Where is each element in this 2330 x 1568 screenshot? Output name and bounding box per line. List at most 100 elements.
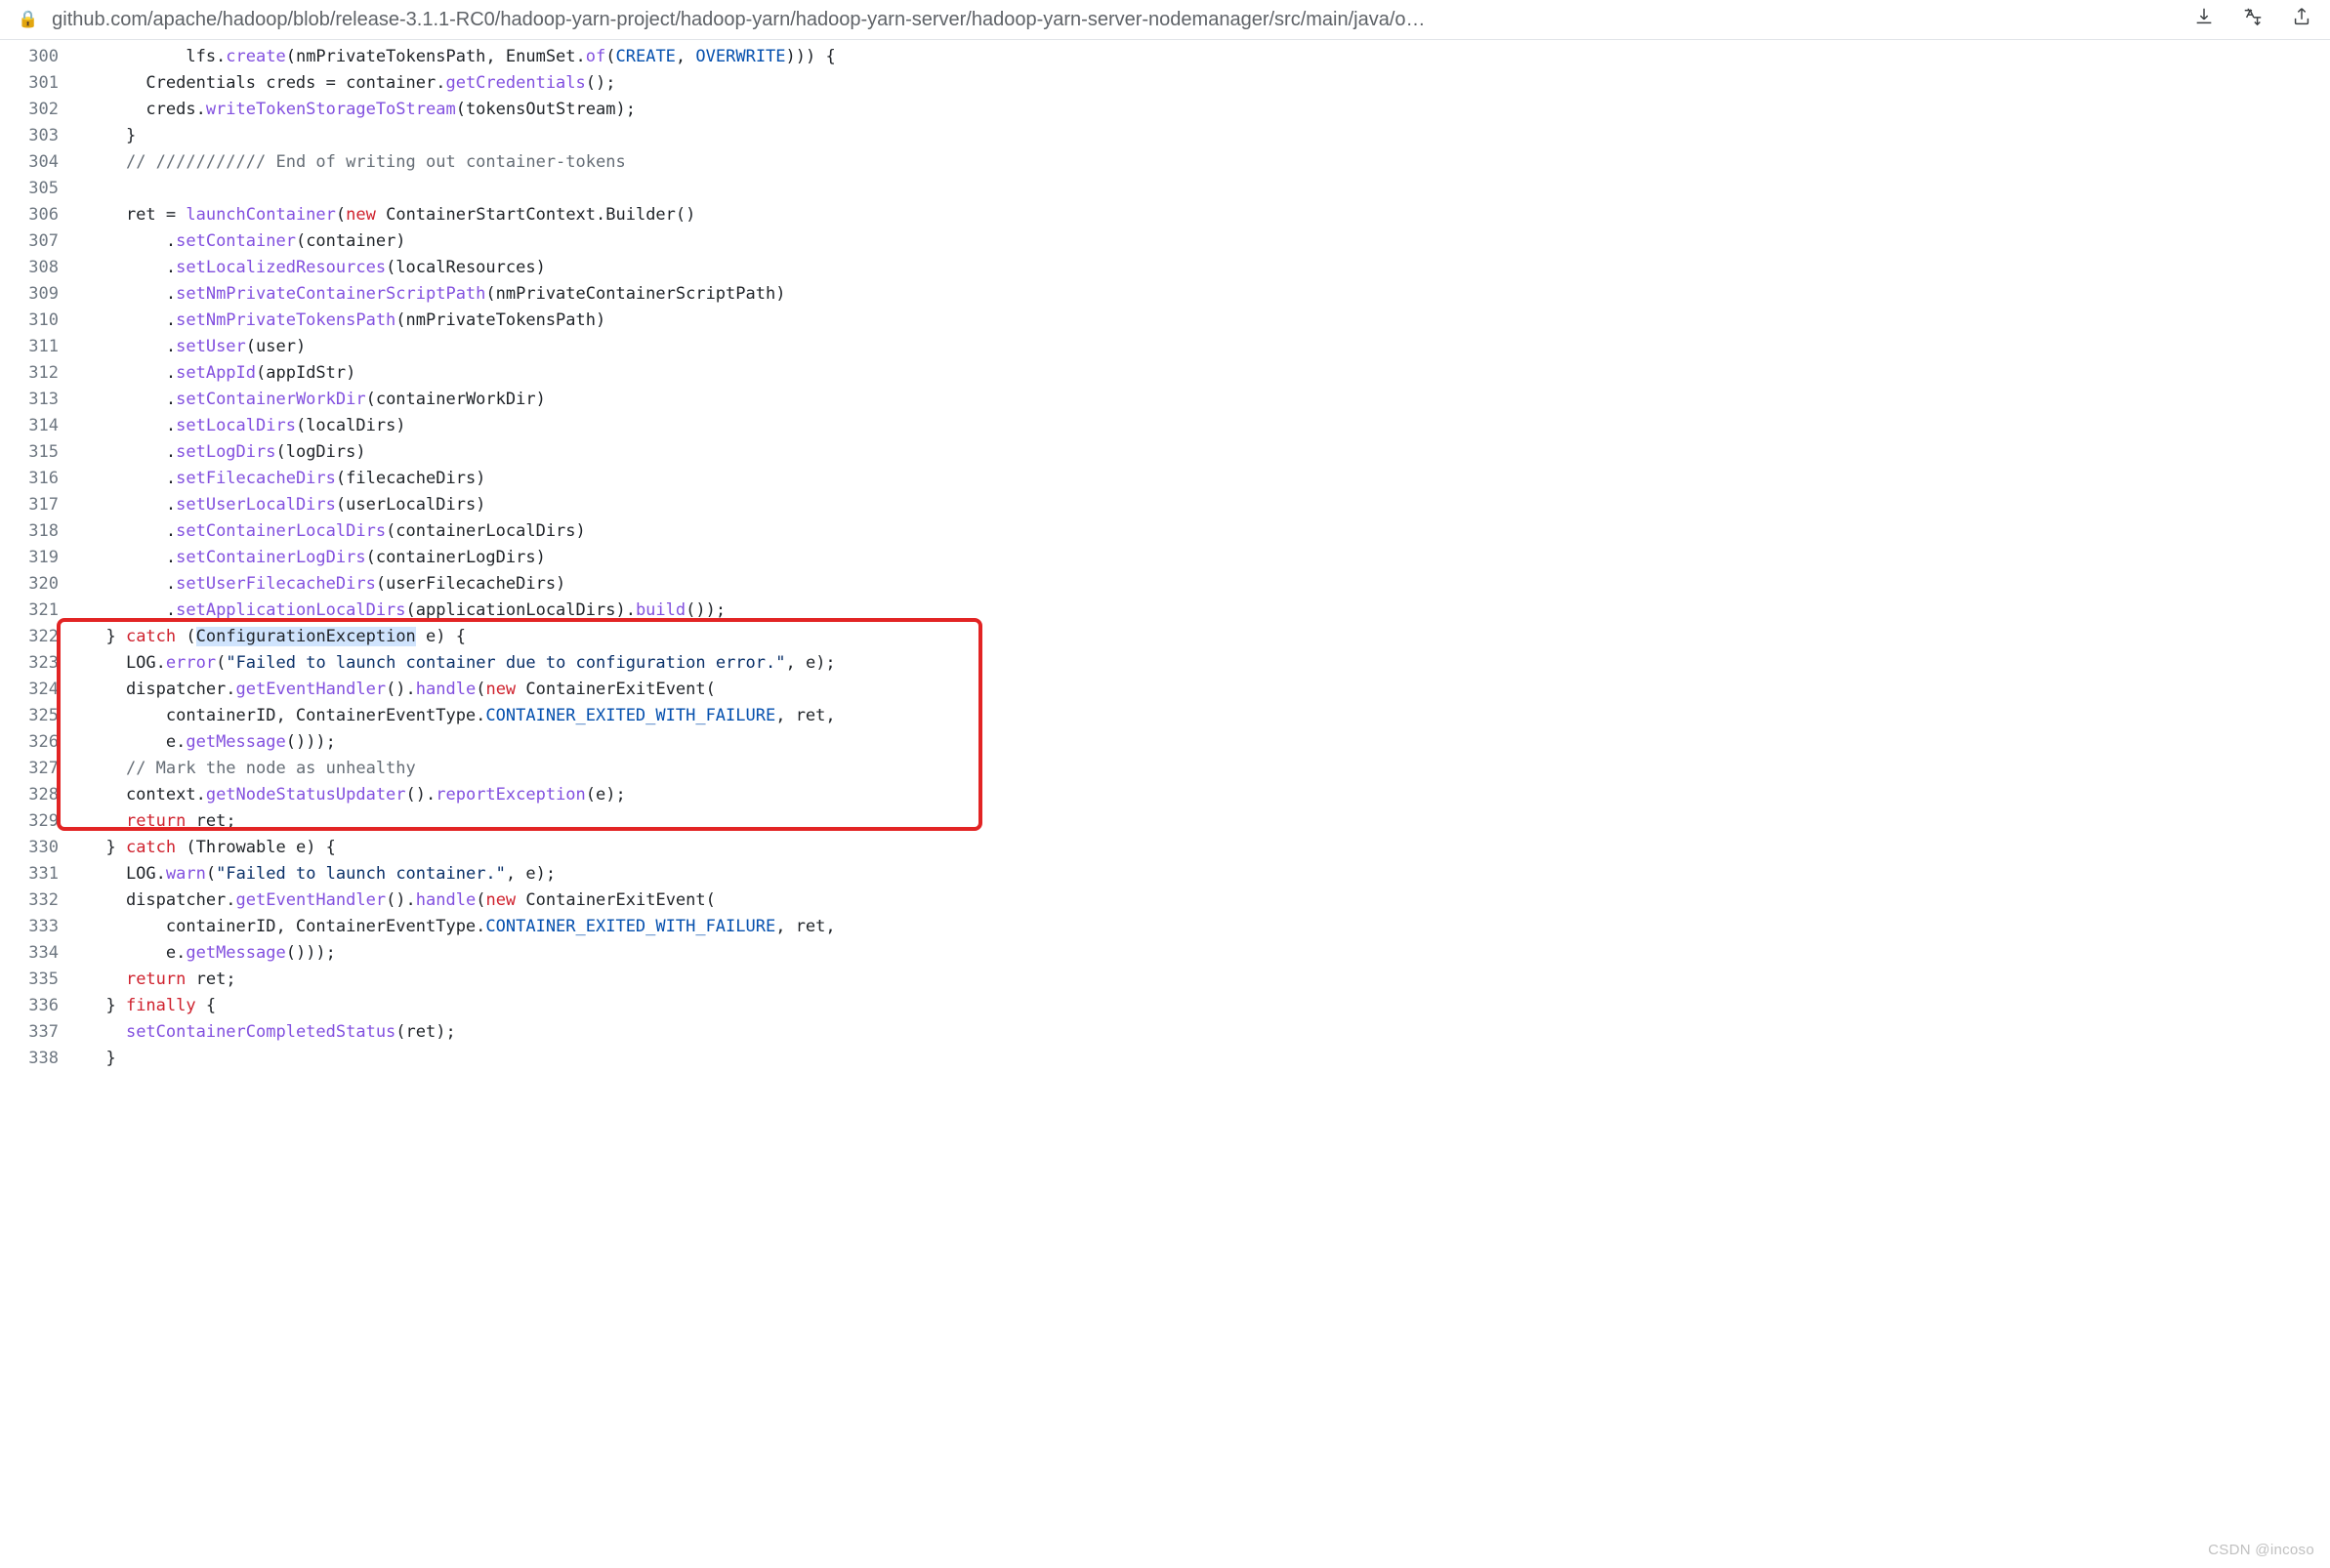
code-line[interactable]: 336 } finally { xyxy=(0,993,2330,1019)
line-number[interactable]: 335 xyxy=(0,967,86,993)
line-number[interactable]: 331 xyxy=(0,861,86,887)
line-number[interactable]: 328 xyxy=(0,782,86,808)
code-line[interactable]: 335 return ret; xyxy=(0,967,2330,993)
line-number[interactable]: 333 xyxy=(0,914,86,940)
code-line[interactable]: 332 dispatcher.getEventHandler().handle(… xyxy=(0,887,2330,914)
code-line[interactable]: 313 .setContainerWorkDir(containerWorkDi… xyxy=(0,387,2330,413)
line-content: lfs.create(nmPrivateTokensPath, EnumSet.… xyxy=(86,44,836,70)
code-line[interactable]: 325 containerID, ContainerEventType.CONT… xyxy=(0,703,2330,729)
line-content: .setLocalizedResources(localResources) xyxy=(86,255,546,281)
code-line[interactable]: 314 .setLocalDirs(localDirs) xyxy=(0,413,2330,439)
install-icon[interactable] xyxy=(2193,6,2215,33)
code-line[interactable]: 305 xyxy=(0,176,2330,202)
line-number[interactable]: 305 xyxy=(0,176,86,202)
line-number[interactable]: 303 xyxy=(0,123,86,149)
code-line[interactable]: 337 setContainerCompletedStatus(ret); xyxy=(0,1019,2330,1046)
code-line[interactable]: 307 .setContainer(container) xyxy=(0,228,2330,255)
line-content: setContainerCompletedStatus(ret); xyxy=(86,1019,456,1046)
code-line[interactable]: 302 creds.writeTokenStorageToStream(toke… xyxy=(0,97,2330,123)
browser-toolbar: 🔒 github.com/apache/hadoop/blob/release-… xyxy=(0,0,2330,40)
line-content: } xyxy=(86,1046,116,1072)
code-line[interactable]: 310 .setNmPrivateTokensPath(nmPrivateTok… xyxy=(0,308,2330,334)
line-number[interactable]: 327 xyxy=(0,756,86,782)
code-line[interactable]: 321 .setApplicationLocalDirs(application… xyxy=(0,598,2330,624)
code-line[interactable]: 324 dispatcher.getEventHandler().handle(… xyxy=(0,677,2330,703)
line-number[interactable]: 316 xyxy=(0,466,86,492)
code-line[interactable]: 328 context.getNodeStatusUpdater().repor… xyxy=(0,782,2330,808)
line-number[interactable]: 313 xyxy=(0,387,86,413)
line-number[interactable]: 320 xyxy=(0,571,86,598)
line-number[interactable]: 325 xyxy=(0,703,86,729)
line-number[interactable]: 336 xyxy=(0,993,86,1019)
code-line[interactable]: 311 .setUser(user) xyxy=(0,334,2330,360)
line-number[interactable]: 329 xyxy=(0,808,86,835)
line-content: context.getNodeStatusUpdater().reportExc… xyxy=(86,782,626,808)
line-number[interactable]: 312 xyxy=(0,360,86,387)
translate-icon[interactable] xyxy=(2242,6,2264,33)
code-line[interactable]: 322 } catch (ConfigurationException e) { xyxy=(0,624,2330,650)
line-content: } catch (ConfigurationException e) { xyxy=(86,624,466,650)
url-bar[interactable]: github.com/apache/hadoop/blob/release-3.… xyxy=(52,9,2180,31)
code-line[interactable]: 306 ret = launchContainer(new ContainerS… xyxy=(0,202,2330,228)
line-content: containerID, ContainerEventType.CONTAINE… xyxy=(86,914,836,940)
line-content: .setContainer(container) xyxy=(86,228,406,255)
code-line[interactable]: 331 LOG.warn("Failed to launch container… xyxy=(0,861,2330,887)
line-content: Credentials creds = container.getCredent… xyxy=(86,70,615,97)
line-number[interactable]: 310 xyxy=(0,308,86,334)
line-number[interactable]: 307 xyxy=(0,228,86,255)
line-number[interactable]: 306 xyxy=(0,202,86,228)
code-line[interactable]: 327 // Mark the node as unhealthy xyxy=(0,756,2330,782)
line-number[interactable]: 315 xyxy=(0,439,86,466)
line-number[interactable]: 309 xyxy=(0,281,86,308)
code-line[interactable]: 318 .setContainerLocalDirs(containerLoca… xyxy=(0,518,2330,545)
line-number[interactable]: 326 xyxy=(0,729,86,756)
line-number[interactable]: 302 xyxy=(0,97,86,123)
share-icon[interactable] xyxy=(2291,6,2312,33)
code-line[interactable]: 333 containerID, ContainerEventType.CONT… xyxy=(0,914,2330,940)
line-number[interactable]: 308 xyxy=(0,255,86,281)
line-content: ret = launchContainer(new ContainerStart… xyxy=(86,202,695,228)
line-number[interactable]: 318 xyxy=(0,518,86,545)
line-number[interactable]: 317 xyxy=(0,492,86,518)
code-line[interactable]: 329 return ret; xyxy=(0,808,2330,835)
line-content: LOG.error("Failed to launch container du… xyxy=(86,650,836,677)
code-line[interactable]: 316 .setFilecacheDirs(filecacheDirs) xyxy=(0,466,2330,492)
line-number[interactable]: 321 xyxy=(0,598,86,624)
line-number[interactable]: 337 xyxy=(0,1019,86,1046)
line-number[interactable]: 322 xyxy=(0,624,86,650)
code-line[interactable]: 301 Credentials creds = container.getCre… xyxy=(0,70,2330,97)
line-number[interactable]: 323 xyxy=(0,650,86,677)
line-number[interactable]: 301 xyxy=(0,70,86,97)
code-line[interactable]: 330 } catch (Throwable e) { xyxy=(0,835,2330,861)
line-content: .setApplicationLocalDirs(applicationLoca… xyxy=(86,598,726,624)
code-line[interactable]: 320 .setUserFilecacheDirs(userFilecacheD… xyxy=(0,571,2330,598)
line-content: creds.writeTokenStorageToStream(tokensOu… xyxy=(86,97,636,123)
code-line[interactable]: 334 e.getMessage())); xyxy=(0,940,2330,967)
line-number[interactable]: 314 xyxy=(0,413,86,439)
code-line[interactable]: 323 LOG.error("Failed to launch containe… xyxy=(0,650,2330,677)
line-content: dispatcher.getEventHandler().handle(new … xyxy=(86,677,716,703)
line-number[interactable]: 304 xyxy=(0,149,86,176)
code-line[interactable]: 326 e.getMessage())); xyxy=(0,729,2330,756)
code-line[interactable]: 317 .setUserLocalDirs(userLocalDirs) xyxy=(0,492,2330,518)
line-number[interactable]: 332 xyxy=(0,887,86,914)
code-viewer[interactable]: 300 lfs.create(nmPrivateTokensPath, Enum… xyxy=(0,40,2330,1072)
code-line[interactable]: 312 .setAppId(appIdStr) xyxy=(0,360,2330,387)
line-number[interactable]: 319 xyxy=(0,545,86,571)
line-number[interactable]: 324 xyxy=(0,677,86,703)
line-content: .setContainerWorkDir(containerWorkDir) xyxy=(86,387,546,413)
line-content: .setAppId(appIdStr) xyxy=(86,360,355,387)
code-line[interactable]: 304 // /////////// End of writing out co… xyxy=(0,149,2330,176)
code-line[interactable]: 338 } xyxy=(0,1046,2330,1072)
code-line[interactable]: 319 .setContainerLogDirs(containerLogDir… xyxy=(0,545,2330,571)
code-line[interactable]: 300 lfs.create(nmPrivateTokensPath, Enum… xyxy=(0,44,2330,70)
code-line[interactable]: 308 .setLocalizedResources(localResource… xyxy=(0,255,2330,281)
code-line[interactable]: 309 .setNmPrivateContainerScriptPath(nmP… xyxy=(0,281,2330,308)
line-number[interactable]: 338 xyxy=(0,1046,86,1072)
code-line[interactable]: 315 .setLogDirs(logDirs) xyxy=(0,439,2330,466)
line-number[interactable]: 330 xyxy=(0,835,86,861)
line-number[interactable]: 300 xyxy=(0,44,86,70)
code-line[interactable]: 303 } xyxy=(0,123,2330,149)
line-number[interactable]: 334 xyxy=(0,940,86,967)
line-number[interactable]: 311 xyxy=(0,334,86,360)
